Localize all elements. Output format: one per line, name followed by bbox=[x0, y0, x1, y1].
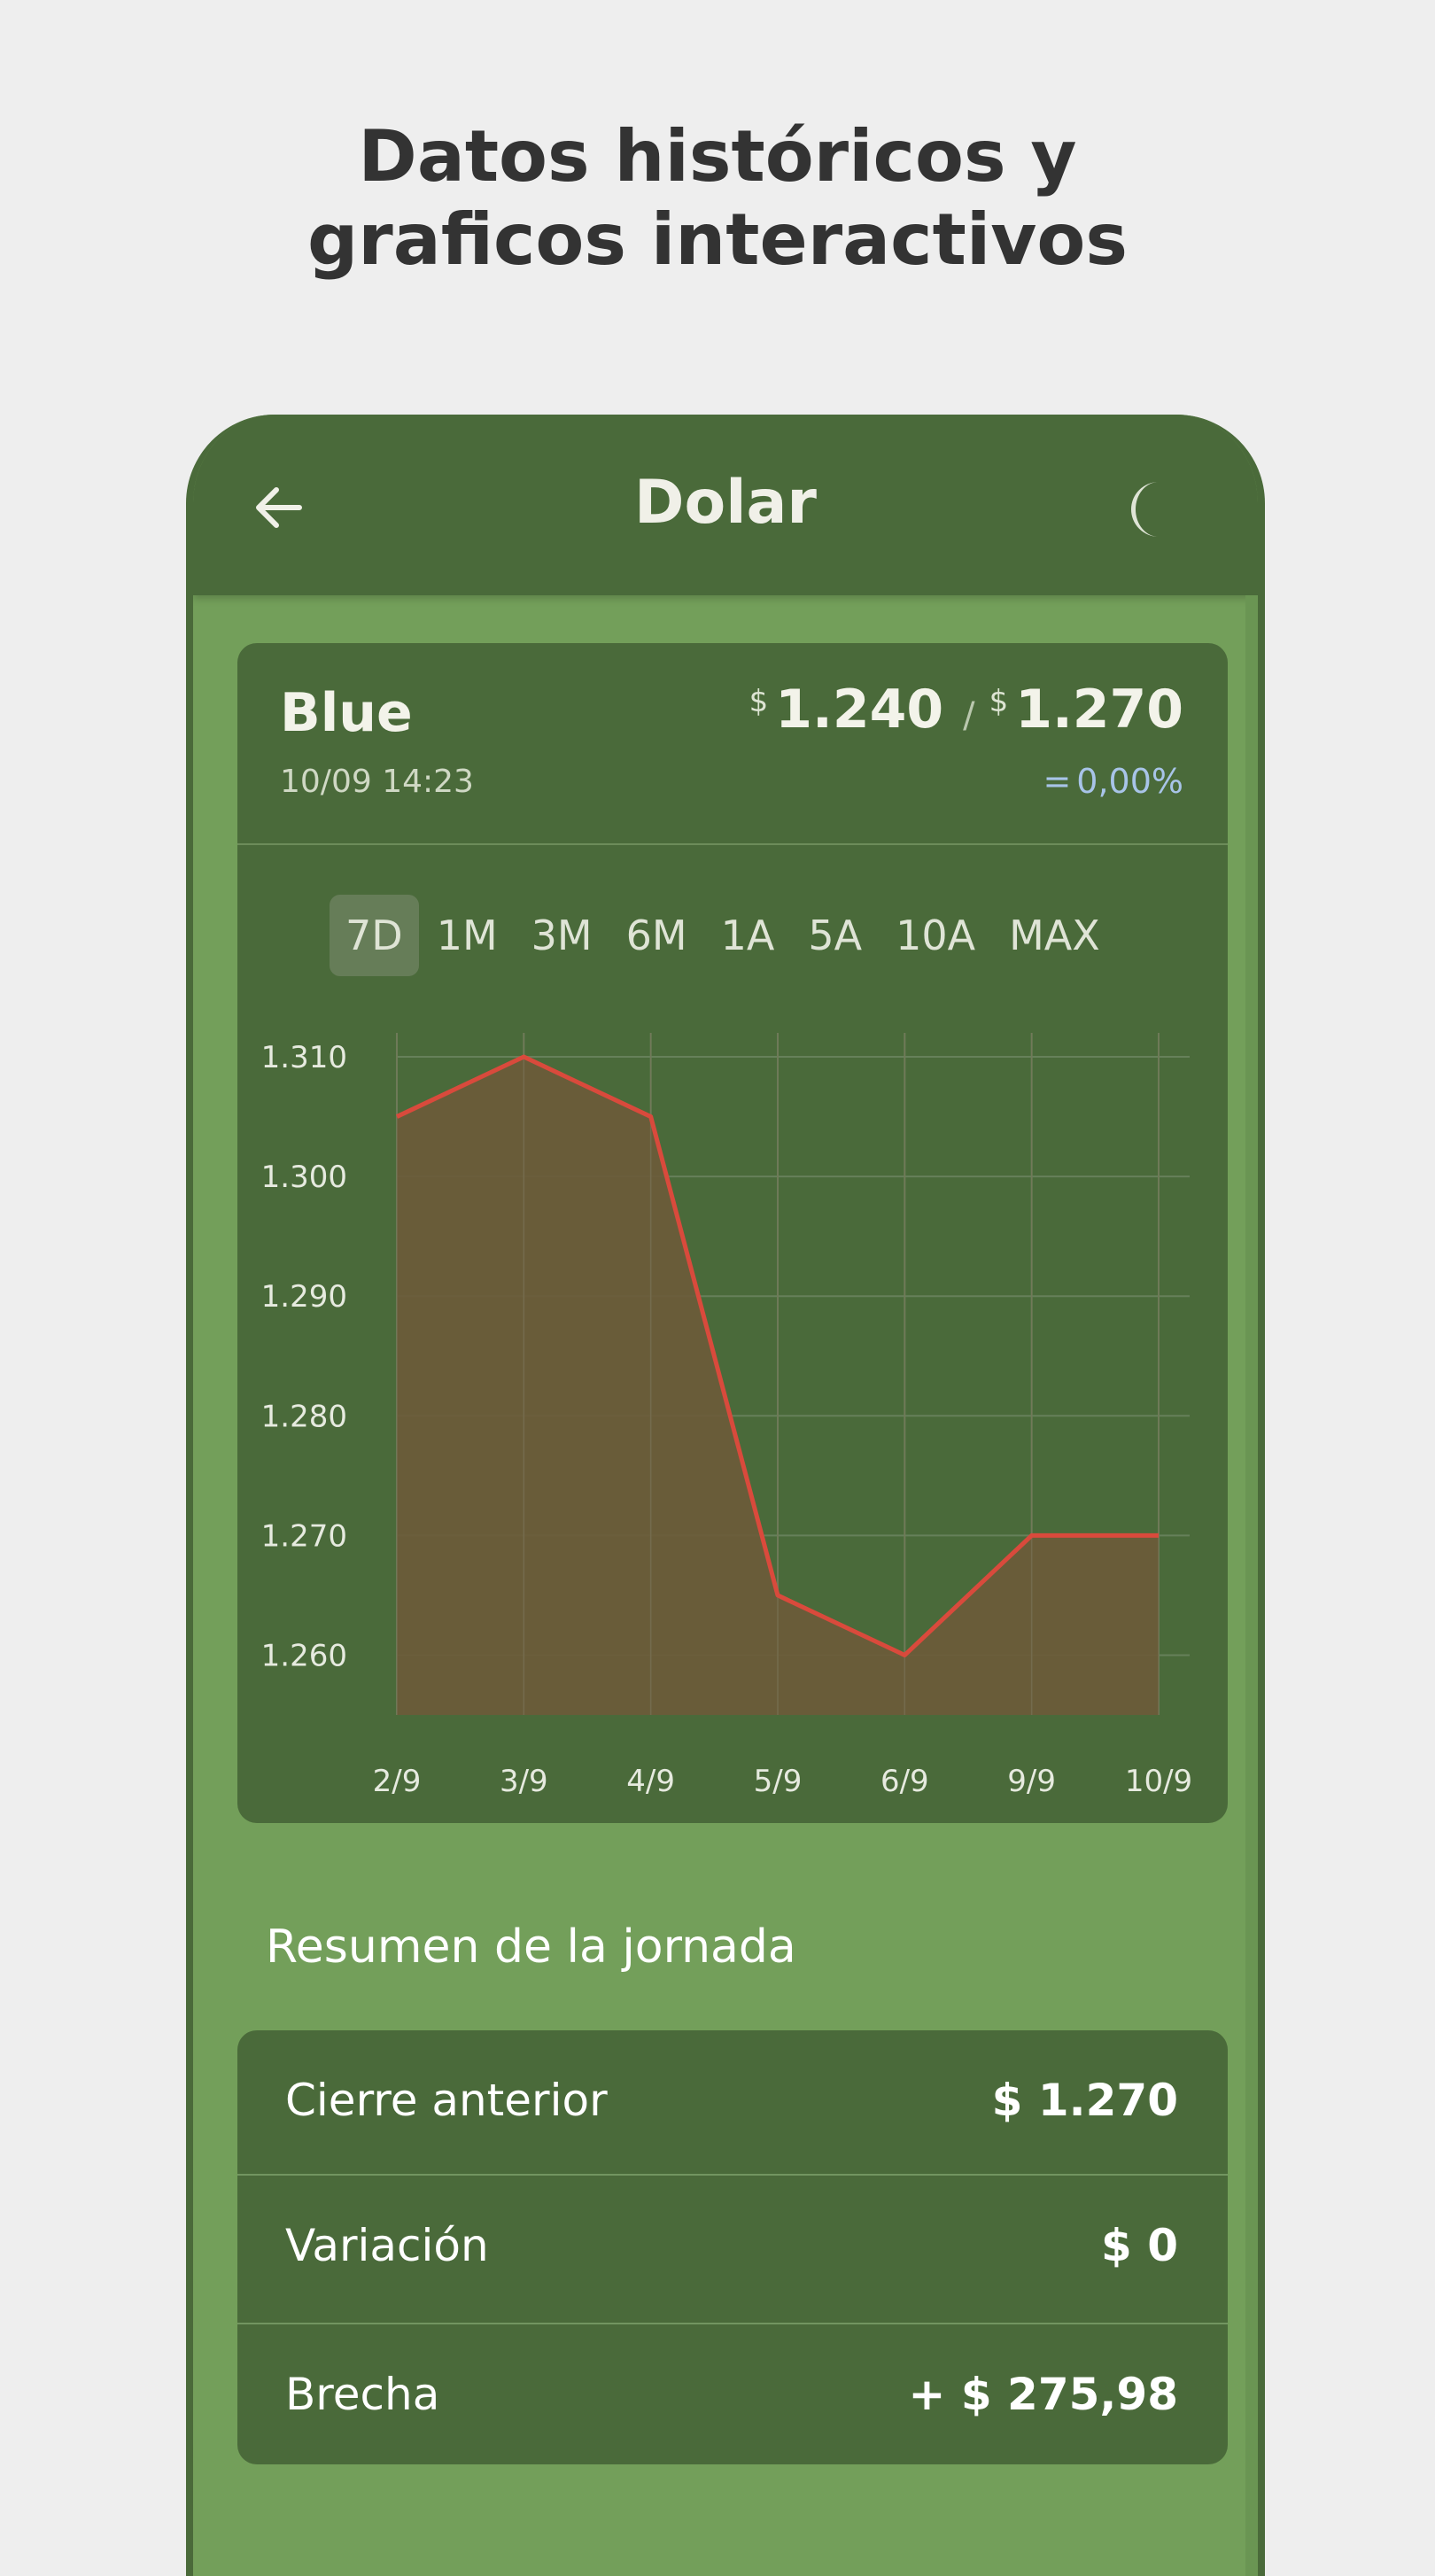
change-percent: 0,00% bbox=[1076, 762, 1183, 801]
x-tick-label: 10/9 bbox=[1125, 1764, 1192, 1799]
summary-row-gap: Brecha + $ 275,98 bbox=[237, 2323, 1228, 2468]
equal-icon: = bbox=[1043, 762, 1072, 801]
x-tick-label: 2/9 bbox=[373, 1764, 422, 1799]
y-tick-label: 1.310 bbox=[261, 1040, 347, 1075]
range-button-7d[interactable]: 7D bbox=[330, 895, 419, 976]
quote-timestamp: 10/09 14:23 bbox=[280, 764, 474, 800]
y-tick-label: 1.260 bbox=[261, 1638, 347, 1673]
promo-title: Datos históricos y graficos interactivos bbox=[0, 115, 1435, 282]
range-button-max[interactable]: MAX bbox=[993, 895, 1116, 976]
summary-label: Variación bbox=[285, 2220, 489, 2271]
x-tick-label: 5/9 bbox=[754, 1764, 803, 1799]
summary-card: Cierre anterior $ 1.270 Variación $ 0 Br… bbox=[237, 2030, 1228, 2464]
theme-toggle-button[interactable] bbox=[1120, 478, 1182, 540]
summary-label: Brecha bbox=[285, 2369, 440, 2420]
buy-price: 1.240 bbox=[775, 679, 944, 741]
range-selector: 7D 1M 3M 6M 1A 5A 10A MAX bbox=[330, 895, 1118, 980]
quote-card: Blue 10/09 14:23 $1.240 / $1.270 = 0,00% 7D… bbox=[237, 643, 1228, 1823]
quote-prices: $1.240 / $1.270 bbox=[749, 679, 1183, 741]
page-title: Dolar bbox=[634, 468, 817, 538]
summary-value: $ 1.270 bbox=[991, 2075, 1178, 2126]
y-tick-label: 1.270 bbox=[261, 1518, 347, 1554]
range-button-10a[interactable]: 10A bbox=[880, 895, 991, 976]
moon-icon bbox=[1130, 482, 1159, 537]
summary-value: $ 0 bbox=[1101, 2220, 1178, 2271]
sell-price: 1.270 bbox=[1015, 679, 1183, 741]
x-tick-label: 9/9 bbox=[1007, 1764, 1056, 1799]
range-button-3m[interactable]: 3M bbox=[516, 895, 609, 976]
quote-name: Blue bbox=[280, 682, 413, 744]
x-tick-label: 4/9 bbox=[626, 1764, 675, 1799]
scrollbar[interactable] bbox=[1245, 595, 1258, 2576]
summary-row-variation: Variación $ 0 bbox=[237, 2174, 1228, 2319]
sell-currency: $ bbox=[989, 684, 1009, 719]
promo-title-line-1: Datos históricos y bbox=[358, 115, 1077, 198]
y-tick-label: 1.290 bbox=[261, 1279, 347, 1315]
promo-title-line-2: graficos interactivos bbox=[307, 198, 1128, 281]
price-separator: / bbox=[963, 695, 975, 736]
divider bbox=[237, 843, 1228, 845]
summary-row-previous-close: Cierre anterior $ 1.270 bbox=[237, 2030, 1228, 2174]
quote-change: = 0,00% bbox=[1043, 762, 1183, 801]
phone-screen: Dolar Blue 10/09 14:23 $1.240 / $1.270 = 0,… bbox=[186, 415, 1265, 2576]
y-tick-label: 1.300 bbox=[261, 1160, 347, 1195]
section-title: Resumen de la jornada bbox=[266, 1920, 796, 1974]
range-button-1a[interactable]: 1A bbox=[705, 895, 791, 976]
x-tick-label: 6/9 bbox=[880, 1764, 929, 1799]
history-chart[interactable]: 1.260 1.270 1.280 1.290 1.300 1.310 2/9 3/9 4/9 5… bbox=[237, 1033, 1228, 1823]
y-tick-label: 1.280 bbox=[261, 1399, 347, 1434]
summary-value: + $ 275,98 bbox=[908, 2369, 1178, 2420]
summary-label: Cierre anterior bbox=[285, 2075, 608, 2126]
app-bar: Dolar bbox=[193, 415, 1258, 595]
buy-currency: $ bbox=[749, 684, 769, 719]
x-tick-label: 3/9 bbox=[500, 1764, 548, 1799]
range-button-5a[interactable]: 5A bbox=[792, 895, 878, 976]
range-button-1m[interactable]: 1M bbox=[421, 895, 514, 976]
range-button-6m[interactable]: 6M bbox=[610, 895, 703, 976]
